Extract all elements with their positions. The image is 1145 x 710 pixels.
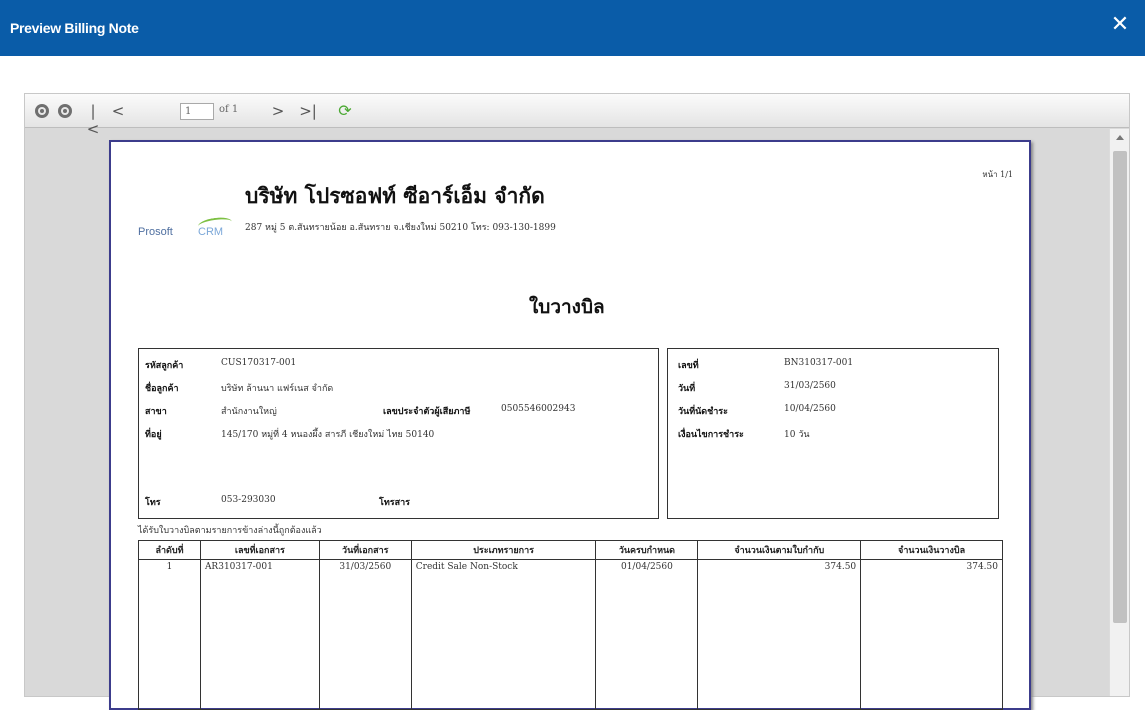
column-header: วันครบกำหนด bbox=[595, 540, 699, 560]
next-page-icon[interactable]: > bbox=[271, 102, 285, 120]
fax-label: โทรสาร bbox=[379, 498, 410, 508]
scrollbar-thumb[interactable] bbox=[1113, 151, 1127, 623]
document-date: 31/03/2560 bbox=[318, 559, 412, 710]
page-of-label: of 1 bbox=[219, 104, 239, 115]
customer-name-label: ชื่อลูกค้า bbox=[145, 384, 179, 394]
due-date: 10/04/2560 bbox=[784, 404, 836, 414]
billing-info-box: เลขที่ BN310317-001 วันที่ 31/03/2560 วั… bbox=[667, 348, 999, 519]
vertical-scrollbar[interactable] bbox=[1109, 129, 1129, 696]
branch-value: สำนักงานใหญ่ bbox=[221, 407, 277, 417]
payment-terms-label: เงื่อนไขการชำระ bbox=[678, 430, 744, 440]
zoom-in-icon[interactable] bbox=[58, 104, 72, 118]
close-icon[interactable]: ✕ bbox=[1109, 14, 1131, 36]
billing-items-table: ลำดับที่ เลขที่เอกสาร วันที่เอกสาร ประเภ… bbox=[138, 540, 1003, 710]
customer-code-label: รหัสลูกค้า bbox=[145, 361, 184, 371]
phone-label: โทร bbox=[145, 498, 161, 508]
scroll-up-arrow-icon[interactable] bbox=[1116, 135, 1124, 140]
document-title: ใบวางบิล bbox=[529, 296, 605, 318]
column-header: จำนวนเงินตามใบกำกับ bbox=[697, 540, 862, 560]
company-logo: Prosoft CRM bbox=[138, 215, 233, 246]
company-name: บริษัท โปรซอฟท์ ซีอาร์เอ็ม จำกัด bbox=[245, 183, 545, 208]
customer-code: CUS170317-001 bbox=[221, 358, 297, 368]
table-header-row: ลำดับที่ เลขที่เอกสาร วันที่เอกสาร ประเภ… bbox=[138, 540, 1003, 560]
phone-value: 053-293030 bbox=[221, 495, 276, 505]
customer-address: 145/170 หมู่ที่ 4 หนองผึ้ง สารภี เชียงให… bbox=[221, 430, 435, 440]
last-page-icon[interactable]: >| bbox=[299, 102, 317, 120]
acknowledgement-note: ได้รับใบวางบิลตามรายการข้างล่างนี้ถูกต้อ… bbox=[138, 526, 322, 536]
tax-id-label: เลขประจำตัวผู้เสียภาษี bbox=[383, 407, 471, 417]
page-number-input[interactable] bbox=[180, 103, 214, 120]
tax-id-value: 0505546002943 bbox=[501, 404, 576, 414]
previous-page-icon[interactable]: < bbox=[111, 102, 125, 120]
invoice-amount: 374.50 bbox=[697, 559, 862, 710]
zoom-out-icon[interactable] bbox=[35, 104, 49, 118]
column-header: จำนวนเงินวางบิล bbox=[860, 540, 1003, 560]
company-address: 287 หมู่ 5 ต.สันทรายน้อย อ.สันทราย จ.เชี… bbox=[245, 223, 556, 233]
billing-date-label: วันที่ bbox=[678, 384, 696, 394]
dialog-titlebar: Preview Billing Note ✕ bbox=[0, 0, 1145, 56]
viewer-toolbar: |< < of 1 > >| ⟳ bbox=[25, 94, 1129, 138]
document-number: AR310317-001 bbox=[199, 559, 320, 710]
refresh-icon[interactable]: ⟳ bbox=[336, 102, 354, 120]
payment-terms: 10 วัน bbox=[784, 430, 810, 440]
column-header: ประเภทรายการ bbox=[410, 540, 597, 560]
report-viewer: |< < of 1 > >| ⟳ หน้า 1/1 Prosoft CRM บร… bbox=[24, 93, 1130, 710]
column-header: ลำดับที่ bbox=[138, 540, 201, 560]
due-date-label: วันที่นัดชำระ bbox=[678, 407, 728, 417]
first-page-icon[interactable]: |< bbox=[85, 102, 101, 138]
item-type: Credit Sale Non-Stock bbox=[410, 559, 597, 710]
page-number-label: หน้า 1/1 bbox=[982, 170, 1013, 179]
address-label: ที่อยู่ bbox=[145, 430, 162, 440]
table-row: 1 AR310317-001 31/03/2560 Credit Sale No… bbox=[138, 559, 1003, 710]
billing-amount: 374.50 bbox=[860, 559, 1003, 710]
dialog-title: Preview Billing Note bbox=[10, 20, 139, 36]
item-due-date: 01/04/2560 bbox=[595, 559, 699, 710]
customer-info-box: รหัสลูกค้า CUS170317-001 ชื่อลูกค้า บริษ… bbox=[138, 348, 659, 519]
column-header: เลขที่เอกสาร bbox=[199, 540, 320, 560]
billing-no-label: เลขที่ bbox=[678, 361, 699, 371]
row-index: 1 bbox=[138, 559, 201, 710]
branch-label: สาขา bbox=[145, 407, 167, 417]
billing-note-page: หน้า 1/1 Prosoft CRM บริษัท โปรซอฟท์ ซีอ… bbox=[109, 140, 1031, 710]
billing-date: 31/03/2560 bbox=[784, 381, 836, 391]
column-header: วันที่เอกสาร bbox=[318, 540, 412, 560]
customer-name: บริษัท ล้านนา แฟร์เนส จำกัด bbox=[221, 384, 334, 394]
billing-no: BN310317-001 bbox=[784, 358, 854, 368]
